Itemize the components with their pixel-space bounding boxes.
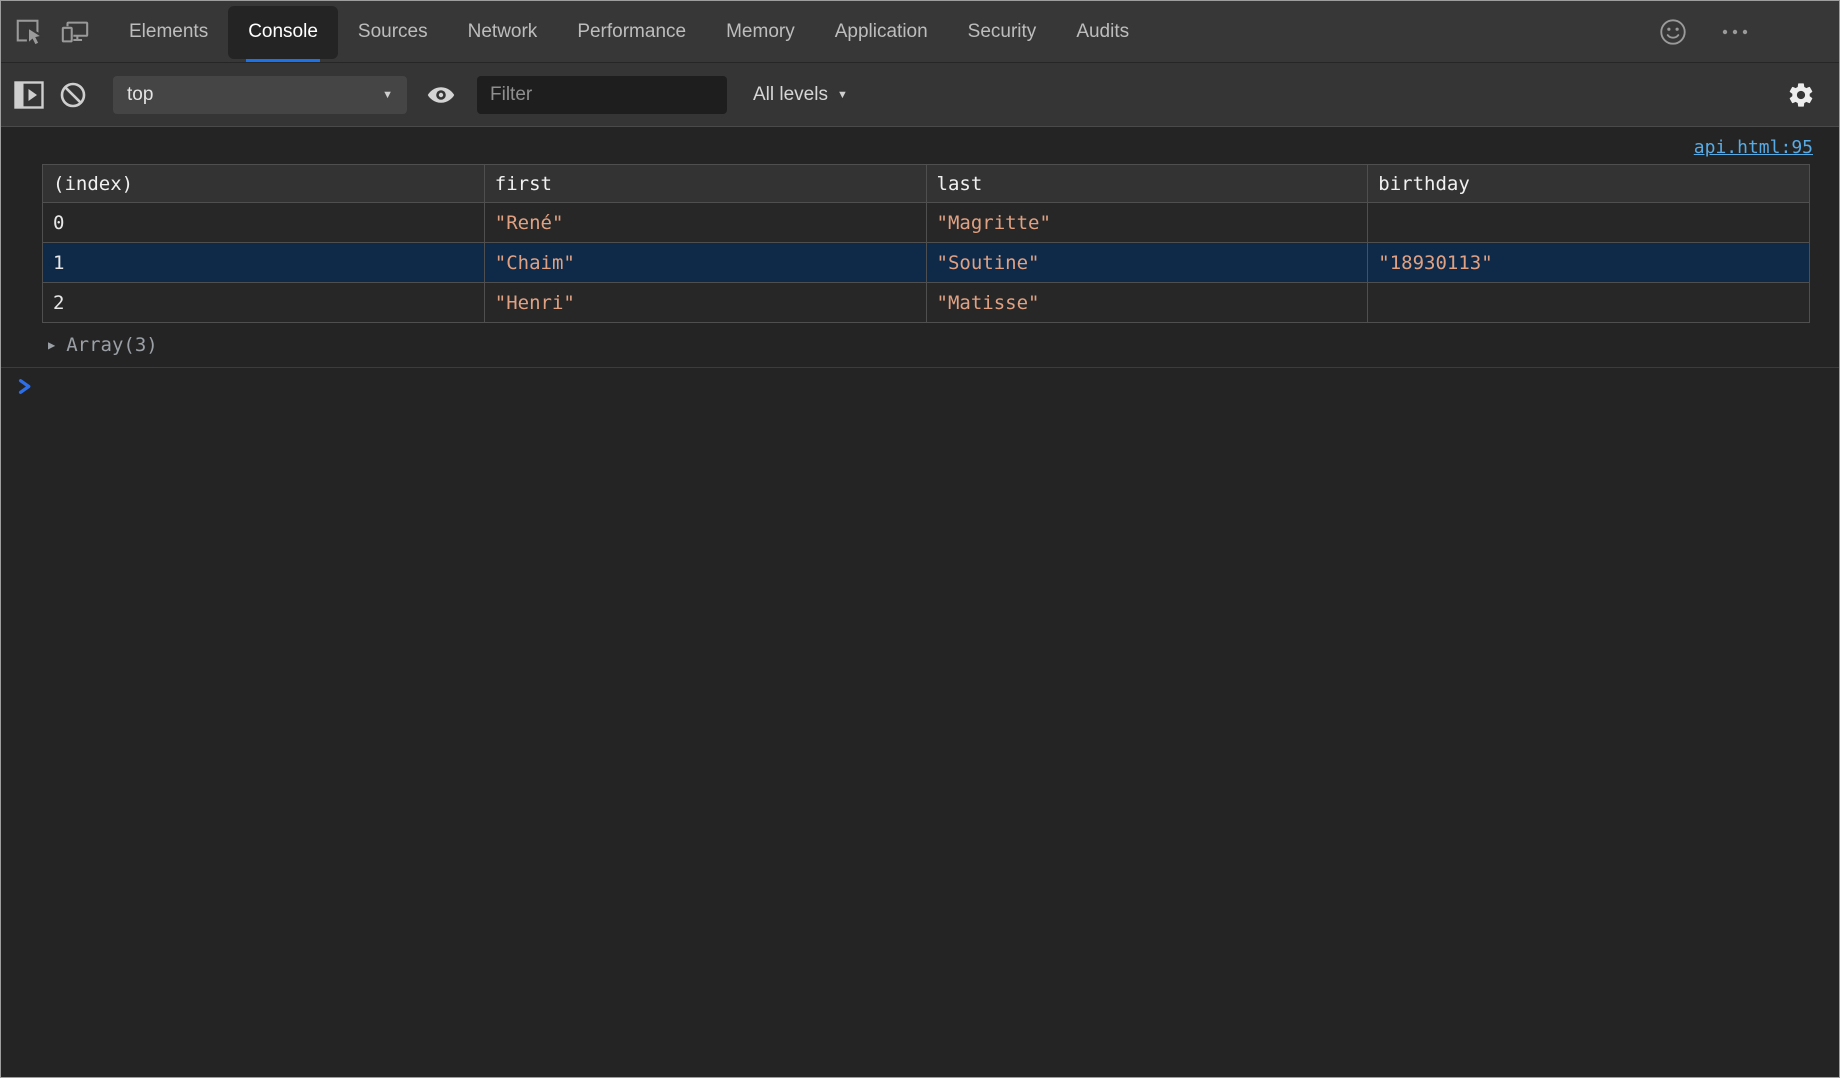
prompt-chevron-icon <box>18 378 32 395</box>
table-row[interactable]: 0 "René" "Magritte" <box>43 203 1810 243</box>
table-header-row: (index) first last birthday <box>43 165 1810 203</box>
devtools-tabbar: Elements Console Sources Network Perform… <box>1 1 1839 63</box>
chevron-down-icon: ▼ <box>837 89 848 101</box>
column-header-index: (index) <box>43 165 485 203</box>
tab-network[interactable]: Network <box>448 1 558 62</box>
filter-input[interactable] <box>477 76 727 114</box>
tab-security[interactable]: Security <box>948 1 1057 62</box>
feedback-smiley-icon[interactable] <box>1655 14 1691 50</box>
tab-elements[interactable]: Elements <box>109 1 228 62</box>
chevron-down-icon: ▼ <box>382 89 393 101</box>
column-header-last: last <box>926 165 1368 203</box>
disclosure-triangle-icon: ▶ <box>48 338 55 352</box>
tab-sources[interactable]: Sources <box>338 1 448 62</box>
execution-context-value: top <box>127 84 153 106</box>
tabbar-left-icons <box>1 1 109 62</box>
console-message: api.html:95 (index) first last birthday … <box>1 127 1839 367</box>
inspect-element-icon[interactable] <box>11 14 47 50</box>
devtools-window: Elements Console Sources Network Perform… <box>0 0 1840 1078</box>
live-expression-eye-icon[interactable] <box>423 77 459 113</box>
console-table: (index) first last birthday 0 "René" "Ma… <box>42 164 1810 323</box>
column-header-birthday: birthday <box>1368 165 1810 203</box>
execution-context-selector[interactable]: top ▼ <box>113 76 407 114</box>
tab-memory[interactable]: Memory <box>706 1 815 62</box>
log-level-label: All levels <box>753 84 828 106</box>
console-panel: api.html:95 (index) first last birthday … <box>1 127 1839 1077</box>
clear-console-icon[interactable] <box>55 77 91 113</box>
tab-performance[interactable]: Performance <box>557 1 706 62</box>
gear-icon[interactable] <box>1783 77 1819 113</box>
source-link[interactable]: api.html:95 <box>1694 137 1813 158</box>
array-summary: Array(3) <box>66 334 158 356</box>
console-prompt[interactable] <box>1 367 1839 405</box>
device-toolbar-icon[interactable] <box>57 14 93 50</box>
table-row[interactable]: 2 "Henri" "Matisse" <box>43 283 1810 323</box>
table-row[interactable]: 1 "Chaim" "Soutine" "18930113" <box>43 243 1810 283</box>
source-link-row: api.html:95 <box>1 127 1839 164</box>
column-header-first: first <box>484 165 926 203</box>
array-toggle[interactable]: ▶ Array(3) <box>1 323 1839 367</box>
console-toolbar: top ▼ All levels ▼ <box>1 63 1839 127</box>
tab-application[interactable]: Application <box>815 1 948 62</box>
more-options-icon[interactable] <box>1717 14 1753 50</box>
tabbar-right-icons <box>1655 1 1839 62</box>
tab-console[interactable]: Console <box>228 1 338 62</box>
tab-audits[interactable]: Audits <box>1056 1 1149 62</box>
console-sidebar-icon[interactable] <box>11 77 47 113</box>
log-level-selector[interactable]: All levels ▼ <box>753 84 848 106</box>
panel-tabs: Elements Console Sources Network Perform… <box>109 1 1149 62</box>
